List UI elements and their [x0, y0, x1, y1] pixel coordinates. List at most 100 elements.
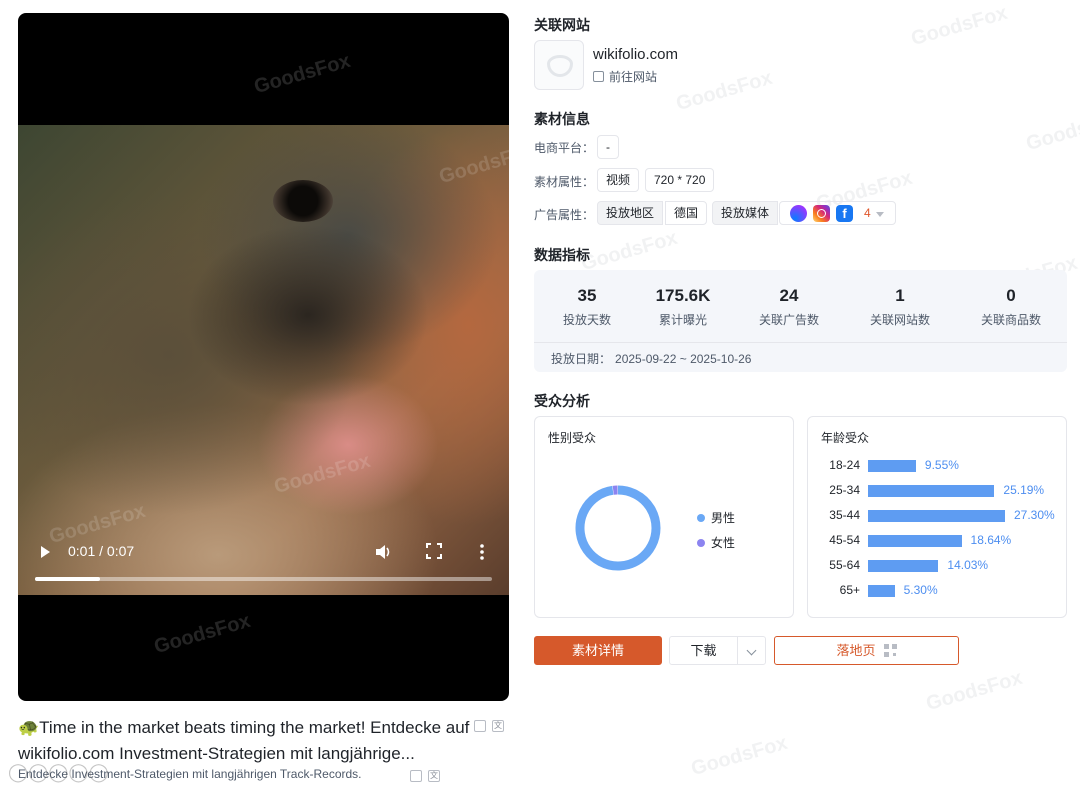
translate-icon[interactable]: 文 [492, 720, 504, 732]
age-bar-row: 45-54 18.64% [808, 533, 1068, 548]
metric-impressions: 175.6K 累计曝光 [630, 286, 736, 328]
material-type-tag: 视频 [597, 168, 640, 192]
metric-label: 关联商品数 [980, 313, 1041, 327]
site-logo-mark [547, 55, 573, 77]
gender-title: 性别受众 [548, 431, 597, 445]
video-progress-fill [35, 577, 101, 581]
age-bar[interactable] [868, 485, 995, 497]
duration: 0:07 [106, 543, 135, 559]
metric-label: 关联广告数 [758, 313, 819, 327]
download-dropdown-button[interactable] [737, 636, 766, 665]
metric-label: 关联网站数 [869, 313, 930, 327]
age-bar-value: 9.55% [924, 458, 959, 472]
metric-value: 0 [1006, 286, 1016, 305]
age-bar-value: 14.03% [947, 558, 989, 572]
current-time: 0:01 [68, 543, 96, 559]
donut-slice-男性[interactable] [575, 485, 661, 571]
metrics-title: 数据指标 [534, 247, 590, 263]
video-progress-bar[interactable] [35, 577, 492, 581]
media-icons-group[interactable]: f 4 [779, 201, 896, 225]
fullscreen-icon[interactable] [426, 543, 442, 559]
more-options-icon[interactable] [478, 543, 486, 561]
material-info-title: 素材信息 [534, 111, 590, 127]
legend-dot-male [697, 514, 705, 522]
translate-icon[interactable]: 文 [428, 770, 440, 782]
region-label-tag: 投放地区 [597, 201, 664, 225]
watermark: GoodsFox [908, 1, 1010, 51]
download-button[interactable]: 下载 [669, 636, 738, 665]
video-controls: 0:01 / 0:07 [18, 535, 509, 595]
watermark: GoodsFox [578, 226, 680, 276]
watermark: GoodsFox [688, 731, 790, 781]
video-player[interactable]: GoodsFox GoodsFox GoodsFox GoodsFox Good… [18, 13, 509, 701]
legend-label: 女性 [711, 536, 736, 550]
age-bar-category: 25-34 [829, 483, 860, 497]
legend-female: 女性 [697, 534, 735, 551]
age-bar[interactable] [868, 460, 916, 472]
gender-donut-chart [575, 485, 661, 571]
age-bar-row: 55-64 14.03% [808, 558, 1068, 573]
media-label-tag: 投放媒体 [712, 201, 779, 225]
age-bar[interactable] [868, 535, 962, 547]
video-time: 0:01 / 0:07 [68, 543, 134, 559]
chevron-down-icon [876, 212, 884, 217]
copy-icon[interactable] [410, 770, 422, 782]
media-count: 4 [864, 206, 871, 220]
watermark: GoodsFox [251, 49, 353, 99]
material-attr-label: 素材属性： [534, 175, 595, 189]
corner-watermark-logo: ◯◯◯◯◯ [8, 762, 109, 782]
age-title: 年龄受众 [821, 431, 870, 445]
date-label: 投放日期： [551, 352, 612, 366]
metric-label: 投放天数 [562, 313, 611, 327]
volume-icon[interactable] [374, 543, 392, 561]
date-range: 2025-09-22 ~ 2025-10-26 [615, 352, 752, 366]
metric-value: 1 [895, 286, 905, 305]
copy-icon[interactable] [474, 720, 486, 732]
age-bar-category: 65+ [839, 583, 860, 597]
age-bar-category: 55-64 [829, 558, 860, 572]
age-bar-value: 27.30% [1014, 508, 1055, 522]
age-bar-category: 18-24 [829, 458, 860, 472]
platform-label: 电商平台： [534, 141, 595, 155]
landing-page-button[interactable]: 落地页 [774, 636, 959, 665]
metric-value: 24 [779, 286, 799, 305]
audience-title: 受众分析 [534, 393, 590, 409]
video-frame [18, 125, 509, 595]
age-bar-chart: 18-24 9.55% 25-34 25.19% 35-44 27.30% 45-54 18.… [808, 458, 1068, 609]
metric-days: 35 投放天数 [534, 286, 640, 328]
metric-related-sites: 1 关联网站数 [847, 286, 953, 328]
visit-site-link[interactable]: 前往网站 [593, 68, 657, 85]
age-bar[interactable] [868, 560, 939, 572]
turtle-eye [273, 180, 333, 222]
legend-male: 男性 [697, 509, 735, 526]
time-separator: / [99, 543, 104, 559]
messenger-icon [790, 205, 807, 222]
age-bar-value: 25.19% [1003, 483, 1045, 497]
metric-label: 累计曝光 [658, 313, 707, 327]
qr-code-icon [883, 644, 897, 657]
platform-value: - [597, 135, 619, 159]
metrics-panel: 35 投放天数 175.6K 累计曝光 24 关联广告数 1 关联网站数 0 关… [534, 270, 1067, 372]
age-bar[interactable] [868, 585, 895, 597]
material-detail-button[interactable]: 素材详情 [534, 636, 662, 665]
watermark: GoodsFox [923, 666, 1025, 716]
external-link-icon [593, 71, 604, 82]
metric-value: 175.6K [655, 286, 711, 305]
watermark: GoodsFox [151, 609, 253, 659]
landing-page-label: 落地页 [836, 643, 876, 658]
ad-attr-label: 广告属性： [534, 208, 595, 222]
instagram-icon [813, 205, 830, 222]
site-domain: wikifolio.com [593, 46, 679, 63]
gender-card: 性别受众 男性 女性 [534, 416, 794, 618]
age-bar[interactable] [868, 510, 1005, 522]
play-icon[interactable] [38, 545, 52, 559]
legend-label: 男性 [711, 511, 736, 525]
age-bar-row: 35-44 27.30% [808, 508, 1068, 523]
age-bar-value: 18.64% [970, 533, 1012, 547]
age-bar-row: 25-34 25.19% [808, 483, 1068, 498]
age-bar-category: 45-54 [829, 533, 860, 547]
age-bar-value: 5.30% [903, 583, 938, 597]
facebook-icon: f [836, 205, 853, 222]
watermark: GoodsFox [673, 66, 775, 116]
legend-dot-female [697, 539, 705, 547]
